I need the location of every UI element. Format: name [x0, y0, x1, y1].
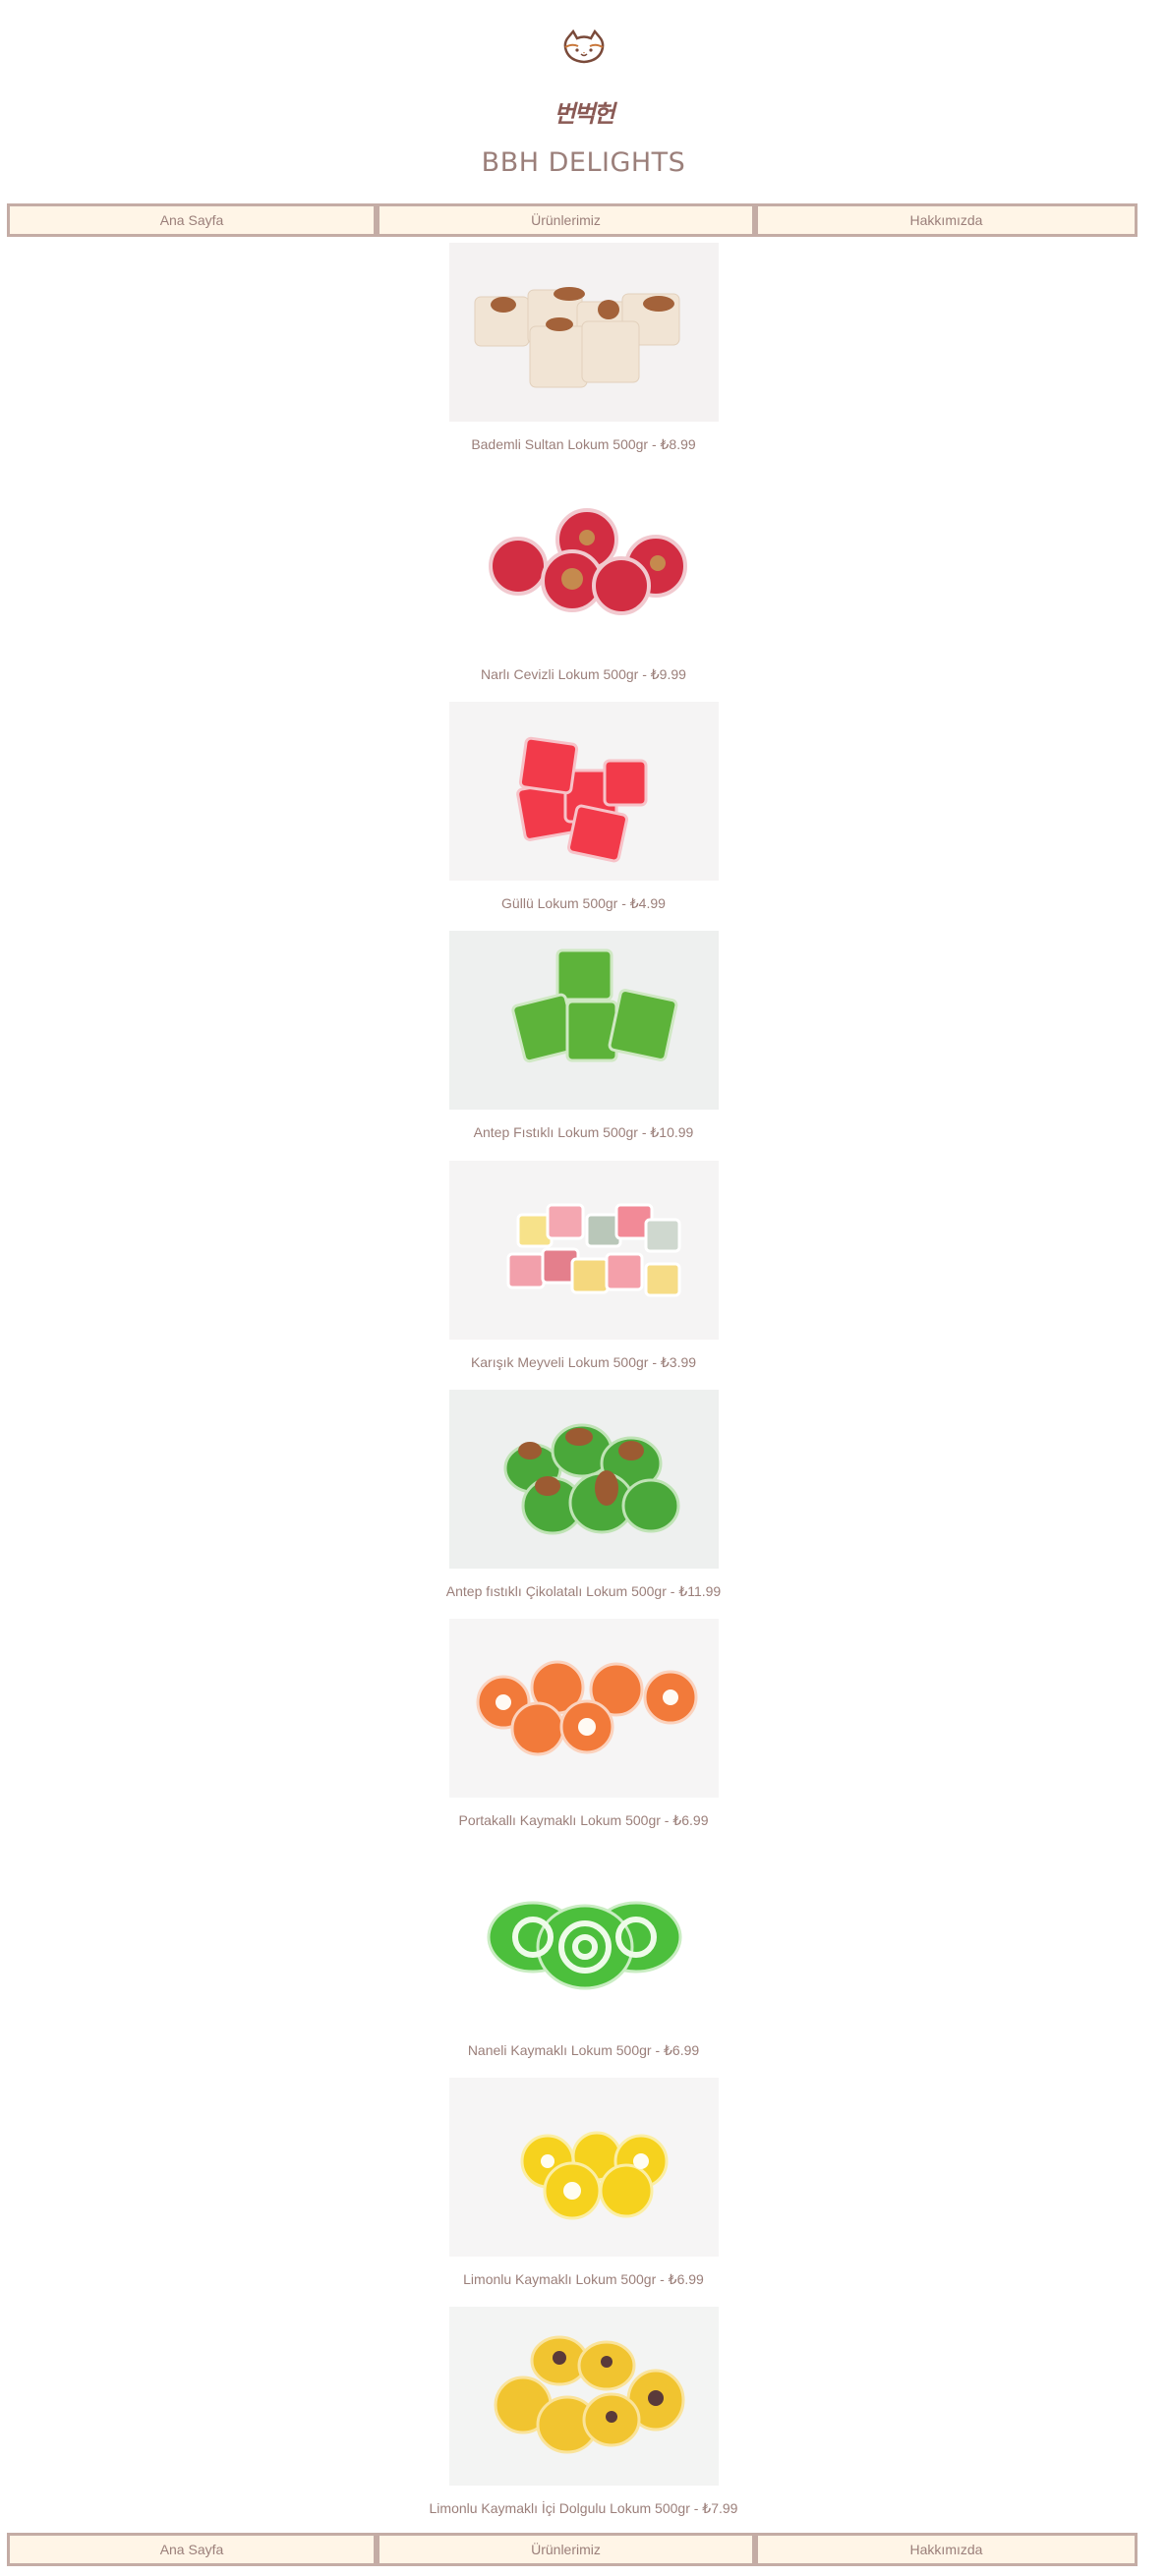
logo[interactable] [0, 29, 1167, 70]
product-photo[interactable] [449, 473, 719, 652]
product-photo[interactable] [449, 1849, 719, 2028]
footer-nav-home-link[interactable]: Ana Sayfa [7, 2533, 377, 2566]
product-caption: Antep Fıstıklı Lokum 500gr - ₺10.99 [473, 1124, 694, 1140]
product-photo[interactable] [449, 2307, 719, 2486]
product-caption: Naneli Kaymaklı Lokum 500gr - ₺6.99 [467, 2042, 700, 2058]
rose-lokum-photo [449, 702, 719, 881]
product-photo[interactable] [449, 1619, 719, 1798]
pistachio-lokum-photo [449, 931, 719, 1110]
product-photo[interactable] [449, 1390, 719, 1569]
product-caption: Narlı Cevizli Lokum 500gr - ₺9.99 [481, 666, 686, 682]
nav-products-link[interactable]: Ürünlerimiz [377, 203, 755, 237]
product-photo[interactable] [449, 1161, 719, 1340]
nav-home-link[interactable]: Ana Sayfa [7, 203, 377, 237]
cat-face-icon [563, 29, 604, 64]
bottom-navigation: Ana Sayfa Ürünlerimiz Hakkımızda [7, 2533, 1138, 2566]
product-photo[interactable] [449, 931, 719, 1110]
top-navigation: Ana Sayfa Ürünlerimiz Hakkımızda [7, 203, 1138, 237]
nav-about-link[interactable]: Hakkımızda [755, 203, 1138, 237]
footer-nav-products-link[interactable]: Ürünlerimiz [377, 2533, 755, 2566]
lemon-cream-lokum-photo [449, 2078, 719, 2257]
pomegranate-walnut-lokum-photo [449, 473, 719, 652]
footer-nav-about-link[interactable]: Hakkımızda [755, 2533, 1138, 2566]
product-caption: Limonlu Kaymaklı Lokum 500gr - ₺6.99 [463, 2271, 704, 2287]
product-photo[interactable] [449, 702, 719, 881]
pistachio-chocolate-lokum-photo [449, 1390, 719, 1569]
product-photo[interactable] [449, 2078, 719, 2257]
product-caption: Karışık Meyveli Lokum 500gr - ₺3.99 [470, 1354, 697, 1370]
product-caption: Antep fıstıklı Çikolatalı Lokum 500gr - … [445, 1583, 722, 1599]
lemon-filled-lokum-photo [449, 2307, 719, 2486]
product-photo[interactable] [449, 243, 719, 422]
product-caption: Bademli Sultan Lokum 500gr - ₺8.99 [471, 436, 696, 452]
mixed-fruit-lokum-photo [449, 1161, 719, 1340]
product-caption: Portakallı Kaymaklı Lokum 500gr - ₺6.99 [458, 1812, 709, 1828]
mint-cream-lokum-photo [449, 1849, 719, 2028]
product-caption: Güllü Lokum 500gr - ₺4.99 [501, 895, 666, 911]
almond-sultan-lokum-photo [449, 243, 719, 422]
orange-cream-lokum-photo [449, 1619, 719, 1798]
product-caption: Limonlu Kaymaklı İçi Dolgulu Lokum 500gr… [429, 2500, 738, 2516]
brand-hangul-logotype: 번벅헌 [554, 99, 614, 128]
brand-title: BBH DELIGHTS [481, 147, 686, 178]
